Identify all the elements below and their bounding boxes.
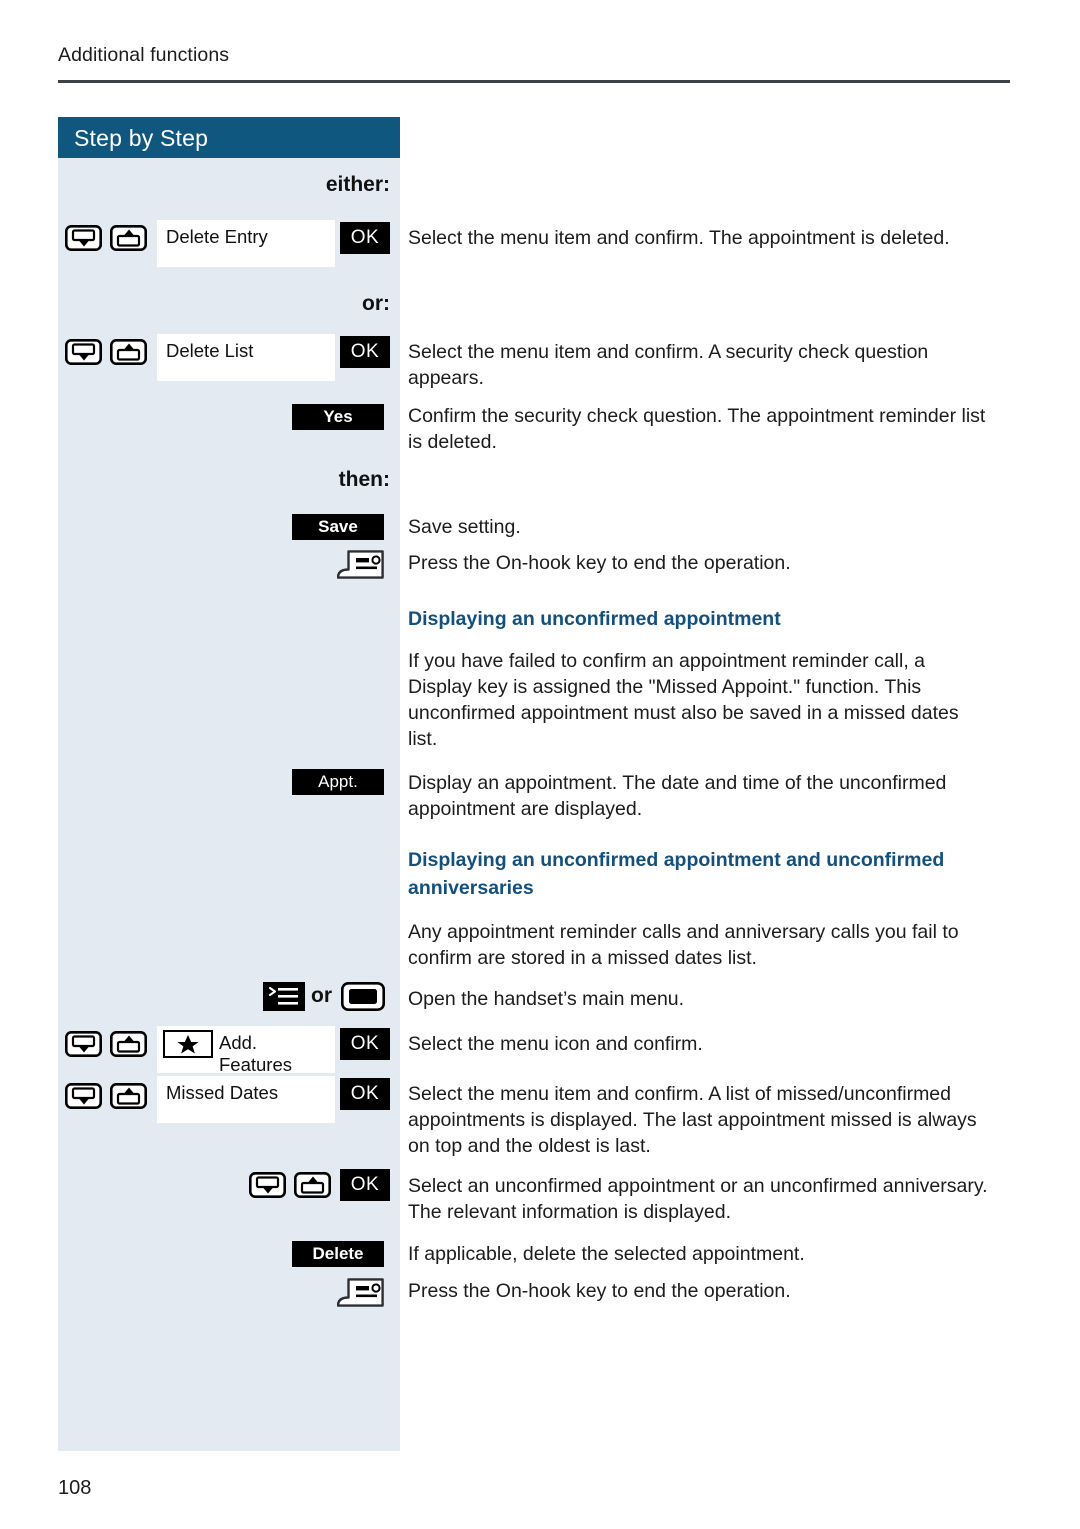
display-field-label: Delete List — [166, 340, 254, 361]
text-step-delete: If applicable, delete the selected appoi… — [408, 1243, 805, 1265]
on-hook-key-icon[interactable] — [337, 549, 384, 579]
main-menu-key-icon[interactable] — [263, 982, 305, 1011]
text-step-on-hook-2: Press the On-hook key to end the operati… — [408, 1280, 791, 1302]
display-key-icon[interactable] — [341, 982, 385, 1011]
keyword-or: or: — [362, 292, 390, 315]
nav-down-key-icon[interactable] — [65, 1031, 102, 1057]
display-field-missed-dates: Missed Dates — [157, 1076, 335, 1123]
nav-down-key-icon[interactable] — [249, 1172, 286, 1198]
nav-down-key-icon[interactable] — [65, 339, 102, 365]
text-para-1: If you have failed to confirm an appoint… — [408, 650, 959, 750]
display-field-label: Missed Dates — [166, 1082, 279, 1103]
display-field-delete-entry: Delete Entry — [157, 220, 335, 267]
yes-badge[interactable]: Yes — [292, 404, 384, 430]
nav-up-key-icon[interactable] — [110, 225, 147, 251]
ok-badge[interactable]: OK — [340, 222, 390, 254]
manual-page: Additional functions Step by Step either… — [0, 0, 1080, 1529]
or-connector: or — [311, 984, 332, 1007]
step-by-step-header: Step by Step — [58, 117, 400, 158]
text-step-select-menu-icon: Select the menu icon and confirm. — [408, 1033, 703, 1055]
text-step-on-hook-1: Press the On-hook key to end the operati… — [408, 552, 791, 574]
text-step-open-menu: Open the handset’s main menu. — [408, 988, 685, 1010]
section-heading-2: Displaying an unconfirmed appointment an… — [408, 849, 945, 899]
header-rule — [58, 80, 1010, 83]
text-step-appt: Display an appointment. The date and tim… — [408, 772, 947, 820]
nav-up-key-icon[interactable] — [110, 1031, 147, 1057]
keyword-either: either: — [325, 173, 390, 196]
nav-up-key-icon[interactable] — [110, 1083, 147, 1109]
ok-badge[interactable]: OK — [340, 1028, 390, 1060]
nav-up-key-icon[interactable] — [294, 1172, 331, 1198]
ok-badge[interactable]: OK — [340, 1078, 390, 1110]
text-step-select-unconfirmed: Select an unconfirmed appointment or an … — [408, 1175, 988, 1223]
page-number: 108 — [58, 1477, 92, 1499]
section-heading-1: Displaying an unconfirmed appointment — [408, 608, 781, 630]
display-field-label: Delete Entry — [166, 226, 268, 247]
keyword-then: then: — [338, 468, 390, 491]
ok-badge[interactable]: OK — [340, 336, 390, 368]
running-head: Additional functions — [58, 44, 230, 66]
nav-down-key-icon[interactable] — [65, 225, 102, 251]
on-hook-key-icon[interactable] — [337, 1277, 384, 1307]
appt-badge[interactable]: Appt. — [292, 769, 384, 795]
nav-down-key-icon[interactable] — [65, 1083, 102, 1109]
text-step-delete-entry: Select the menu item and confirm. The ap… — [408, 227, 950, 249]
step-by-step-title: Step by Step — [74, 125, 209, 151]
save-badge[interactable]: Save — [292, 514, 384, 540]
display-field-delete-list: Delete List — [157, 334, 335, 381]
display-field-add-features: Add. Features — [157, 1026, 335, 1075]
star-key-icon[interactable] — [163, 1030, 213, 1058]
nav-up-key-icon[interactable] — [110, 339, 147, 365]
text-step-yes: Confirm the security check question. The… — [408, 405, 986, 453]
text-para-2: Any appointment reminder calls and anniv… — [408, 921, 959, 969]
text-step-delete-list: Select the menu item and confirm. A secu… — [408, 341, 929, 389]
text-step-save: Save setting. — [408, 516, 521, 538]
text-step-missed-dates: Select the menu item and confirm. A list… — [408, 1083, 977, 1157]
delete-badge[interactable]: Delete — [292, 1241, 384, 1267]
display-field-label: Add. Features — [219, 1032, 293, 1075]
ok-badge[interactable]: OK — [340, 1169, 390, 1201]
